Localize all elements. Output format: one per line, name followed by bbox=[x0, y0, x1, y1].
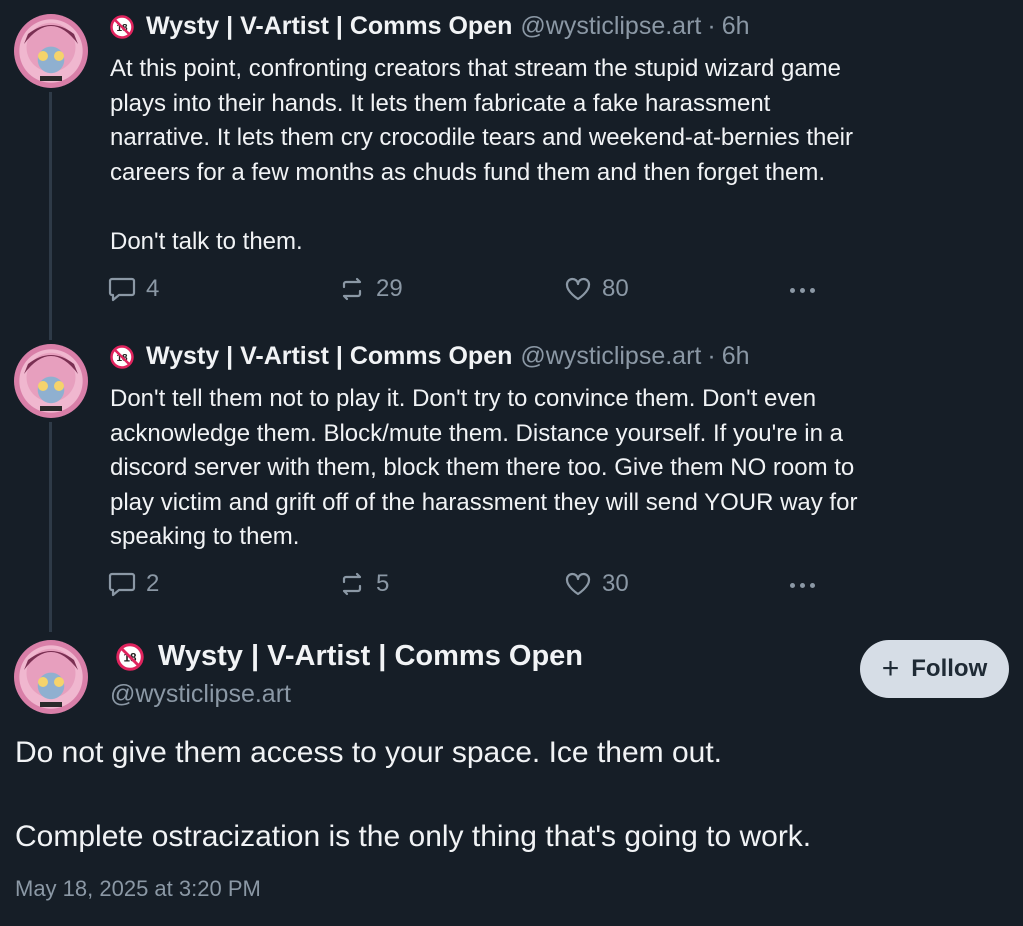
reply-button[interactable]: 4 bbox=[108, 275, 159, 303]
post-time[interactable]: 6h bbox=[722, 12, 750, 41]
post-actions: 2 5 30 bbox=[108, 570, 828, 600]
heart-icon bbox=[565, 572, 591, 596]
reply-count: 4 bbox=[146, 275, 160, 302]
follow-button[interactable]: + Follow bbox=[860, 640, 1009, 698]
repost-arrows-icon bbox=[342, 277, 362, 301]
like-button[interactable]: 30 bbox=[564, 570, 629, 598]
repost-count: 5 bbox=[376, 570, 390, 597]
ellipsis-icon bbox=[790, 287, 795, 293]
no-under-18-icon: 18 bbox=[116, 642, 144, 671]
avatar[interactable] bbox=[14, 344, 88, 418]
separator: · bbox=[707, 342, 716, 370]
like-count: 80 bbox=[602, 275, 629, 302]
reply-button[interactable]: 2 bbox=[108, 570, 159, 598]
ellipsis-icon bbox=[790, 582, 795, 588]
more-options-button[interactable] bbox=[790, 570, 815, 600]
like-count: 30 bbox=[602, 570, 629, 597]
author-handle[interactable]: @wysticlipse.art bbox=[520, 12, 701, 41]
post-timestamp[interactable]: May 18, 2025 at 3:20 PM bbox=[15, 876, 261, 902]
author-name[interactable]: Wysty | V-Artist | Comms Open bbox=[146, 12, 512, 41]
speech-bubble-icon bbox=[108, 572, 136, 597]
post-text: Do not give them access to your space. I… bbox=[15, 736, 812, 853]
reply-count: 2 bbox=[146, 570, 160, 597]
post-text: Don't tell them not to play it. Don't tr… bbox=[110, 385, 858, 551]
avatar[interactable] bbox=[14, 14, 88, 88]
repost-count: 29 bbox=[376, 275, 403, 302]
speech-bubble-icon bbox=[108, 277, 136, 302]
no-under-18-icon: 18 bbox=[110, 14, 134, 39]
repost-button[interactable]: 29 bbox=[338, 275, 403, 303]
author-handle[interactable]: @wysticlipse.art bbox=[110, 680, 291, 709]
no-under-18-icon: 18 bbox=[110, 344, 134, 369]
like-button[interactable]: 80 bbox=[564, 275, 629, 303]
more-options-button[interactable] bbox=[790, 275, 815, 305]
plus-icon: + bbox=[881, 652, 900, 685]
author-name[interactable]: Wysty | V-Artist | Comms Open bbox=[146, 342, 512, 371]
author-name[interactable]: Wysty | V-Artist | Comms Open bbox=[158, 640, 583, 673]
follow-label: Follow bbox=[911, 655, 988, 682]
post-actions: 4 29 80 bbox=[108, 275, 828, 305]
separator: · bbox=[707, 12, 716, 40]
repost-button[interactable]: 5 bbox=[338, 570, 389, 598]
thread-line-2 bbox=[49, 422, 52, 632]
post-time[interactable]: 6h bbox=[722, 342, 750, 371]
post-text: At this point, confronting creators that… bbox=[110, 55, 854, 255]
repost-arrows-icon bbox=[342, 572, 362, 596]
author-handle[interactable]: @wysticlipse.art bbox=[520, 342, 701, 371]
heart-icon bbox=[565, 277, 591, 301]
avatar[interactable] bbox=[14, 640, 88, 714]
thread-line-1 bbox=[49, 92, 52, 340]
